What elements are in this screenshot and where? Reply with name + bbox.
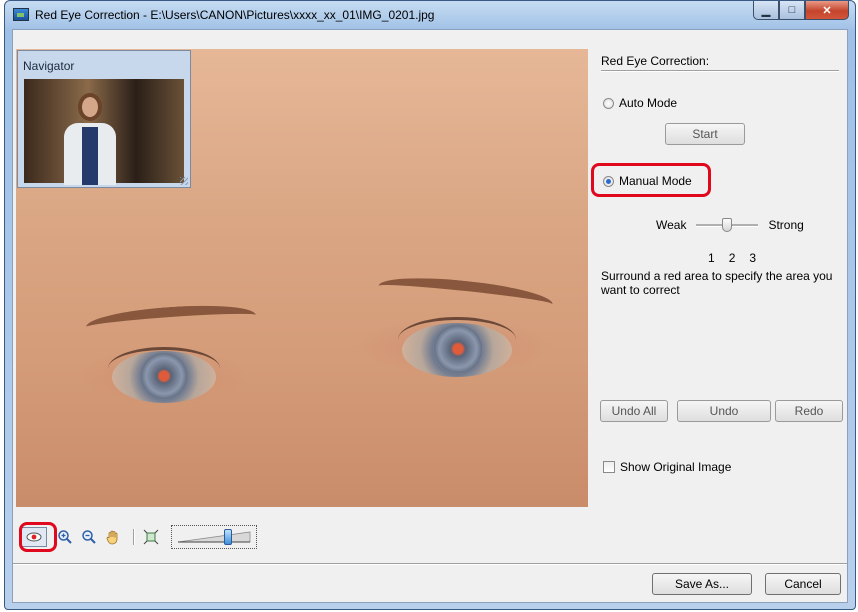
tick-label: 3: [749, 251, 757, 265]
panel-divider: [601, 70, 839, 72]
zoom-out-button[interactable]: [79, 527, 99, 547]
toolbar-separator: [133, 529, 135, 545]
window-controls: ▁ □ ✕: [753, 1, 849, 21]
panel-title: Red Eye Correction:: [601, 54, 710, 68]
start-button[interactable]: Start: [665, 123, 745, 145]
close-icon: ✕: [822, 4, 832, 17]
minimize-icon: ▁: [761, 4, 771, 17]
auto-mode-radio[interactable]: [603, 97, 614, 109]
strength-slider-thumb[interactable]: [722, 218, 733, 232]
redo-label: Redo: [794, 404, 824, 418]
instruction-text: Surround a red area to specify the area …: [601, 269, 833, 297]
zoom-slider[interactable]: [171, 525, 257, 549]
red-eye-tool-highlight: [19, 522, 57, 552]
fit-to-window-icon: [143, 529, 159, 545]
cancel-button[interactable]: Cancel: [765, 573, 841, 595]
fit-to-window-button[interactable]: [141, 527, 161, 547]
cancel-label: Cancel: [784, 577, 822, 591]
app-icon: [13, 8, 29, 21]
undo-label: Undo: [709, 404, 739, 418]
hand-pan-icon: [106, 530, 118, 545]
save-as-button[interactable]: Save As...: [652, 573, 752, 595]
close-button[interactable]: ✕: [805, 1, 849, 20]
navigator-panel[interactable]: Navigator: [17, 50, 191, 188]
resize-grip-icon[interactable]: [180, 177, 188, 185]
redo-button: Redo: [775, 400, 843, 422]
undo-all-label: Undo All: [611, 404, 657, 418]
right-eyelid: [398, 317, 516, 362]
tick-label: 2: [728, 251, 736, 265]
thumbnail-head: [78, 93, 102, 121]
maximize-button[interactable]: □: [779, 1, 805, 20]
strength-slider-row: Weak Strong: [656, 218, 804, 232]
zoom-in-icon: [58, 530, 72, 544]
left-eyebrow: [85, 301, 257, 341]
zoom-slider-thumb[interactable]: [224, 529, 233, 545]
thumbnail-shirt: [82, 127, 98, 185]
undo-all-button: Undo All: [600, 400, 668, 422]
hand-pan-button[interactable]: [103, 527, 123, 547]
show-original-option[interactable]: Show Original Image: [603, 460, 731, 474]
thumbnail-person: [64, 93, 116, 185]
weak-label: Weak: [656, 218, 687, 232]
auto-mode-option[interactable]: Auto Mode: [603, 96, 677, 110]
strength-slider[interactable]: [696, 218, 759, 232]
save-as-label: Save As...: [674, 577, 730, 591]
zoom-slider-track: [177, 531, 251, 543]
manual-mode-highlight: [591, 163, 711, 197]
show-original-label: Show Original Image: [620, 460, 732, 474]
footer-divider: [13, 563, 847, 565]
minimize-button[interactable]: ▁: [753, 1, 779, 20]
undo-button: Undo: [677, 400, 771, 422]
auto-mode-label: Auto Mode: [619, 96, 678, 110]
show-original-checkbox[interactable]: [603, 461, 615, 473]
tick-label: 1: [708, 251, 715, 265]
navigator-thumbnail[interactable]: [24, 79, 184, 185]
strength-ticks: 1 2 3: [708, 251, 756, 265]
red-eye-correction-window: Red Eye Correction - E:\Users\CANON\Pict…: [4, 0, 856, 610]
maximize-icon: □: [788, 4, 796, 16]
zoom-in-button[interactable]: [55, 527, 75, 547]
title-bar[interactable]: Red Eye Correction - E:\Users\CANON\Pict…: [5, 1, 855, 29]
start-button-label: Start: [692, 127, 718, 141]
left-eyelid: [108, 347, 220, 390]
dialog-client-area: Navigator Red Eye Correction: Auto Mode …: [12, 29, 848, 603]
window-title: Red Eye Correction - E:\Users\CANON\Pict…: [35, 8, 435, 22]
navigator-title: Navigator: [23, 59, 75, 73]
zoom-out-icon: [82, 530, 96, 544]
right-eyebrow: [377, 271, 554, 319]
strong-label: Strong: [768, 218, 804, 232]
